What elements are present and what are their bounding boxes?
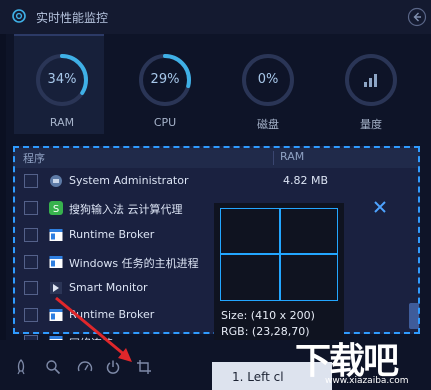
- watermark: 下载吧 www.xiazaiba.com: [295, 332, 431, 390]
- tab-cpu[interactable]: 29% CPU: [117, 34, 207, 134]
- column-program[interactable]: 程序: [23, 150, 45, 166]
- process-name: 搜狗输入法 云计算代理: [69, 203, 183, 216]
- cpu-label: CPU: [153, 116, 177, 129]
- ram-value: 34%: [47, 72, 77, 87]
- row-checkbox[interactable]: [24, 308, 38, 322]
- process-name: Runtime Broker: [69, 228, 155, 241]
- capture-mode-label: 1. Left cl: [232, 370, 284, 384]
- annotation-arrow: [55, 296, 132, 362]
- title-bar: 实时性能监控: [0, 0, 431, 34]
- process-name: System Administrator: [69, 174, 189, 187]
- row-checkbox[interactable]: [24, 255, 38, 269]
- app-logo-icon: [12, 9, 26, 23]
- tab-disk[interactable]: 0% 磁盘: [220, 34, 310, 134]
- table-row[interactable]: System Administrator 4.82 MB: [16, 169, 411, 195]
- close-icon[interactable]: [374, 201, 386, 213]
- process-name: Windows 任务的主机进程: [69, 257, 199, 270]
- process-ram: 4.82 MB: [283, 174, 329, 187]
- metric-tabs: 34% RAM 29% CPU 0% 磁盘 量度: [0, 34, 431, 134]
- cpu-value: 29%: [150, 72, 180, 87]
- sogou-icon: S: [49, 201, 63, 215]
- back-arrow-icon[interactable]: [407, 7, 427, 27]
- crosshair-horizontal: [221, 253, 337, 255]
- disk-label: 磁盘: [257, 118, 279, 131]
- row-checkbox[interactable]: [24, 281, 38, 295]
- disk-value: 0%: [257, 72, 279, 87]
- metrics-label: 量度: [360, 118, 382, 131]
- selection-size-readout: Size: (410 x 200): [221, 309, 315, 322]
- bar-chart-icon: [364, 74, 377, 87]
- magnifier-crosshair: [220, 208, 338, 301]
- ram-label: RAM: [49, 116, 75, 129]
- tab-metrics[interactable]: 量度: [323, 34, 413, 134]
- tab-ram[interactable]: 34% RAM: [14, 34, 104, 134]
- window-app-icon: [49, 256, 63, 268]
- list-scrollbar[interactable]: [409, 303, 419, 329]
- row-checkbox[interactable]: [24, 174, 38, 188]
- sysadmin-icon: [50, 175, 62, 187]
- row-checkbox[interactable]: [24, 201, 38, 215]
- rocket-icon[interactable]: [13, 359, 29, 375]
- window-app-icon: [49, 229, 63, 241]
- column-divider[interactable]: [273, 151, 274, 165]
- row-checkbox[interactable]: [24, 228, 38, 242]
- magnifier-panel: Size: (410 x 200) RGB: (23,28,70): [214, 203, 344, 340]
- svg-text:S: S: [53, 204, 59, 215]
- column-ram[interactable]: RAM: [280, 150, 304, 163]
- window-title: 实时性能监控: [36, 11, 109, 25]
- process-list-header: 程序 RAM: [13, 148, 420, 168]
- watermark-url: www.xiazaiba.com: [325, 376, 409, 386]
